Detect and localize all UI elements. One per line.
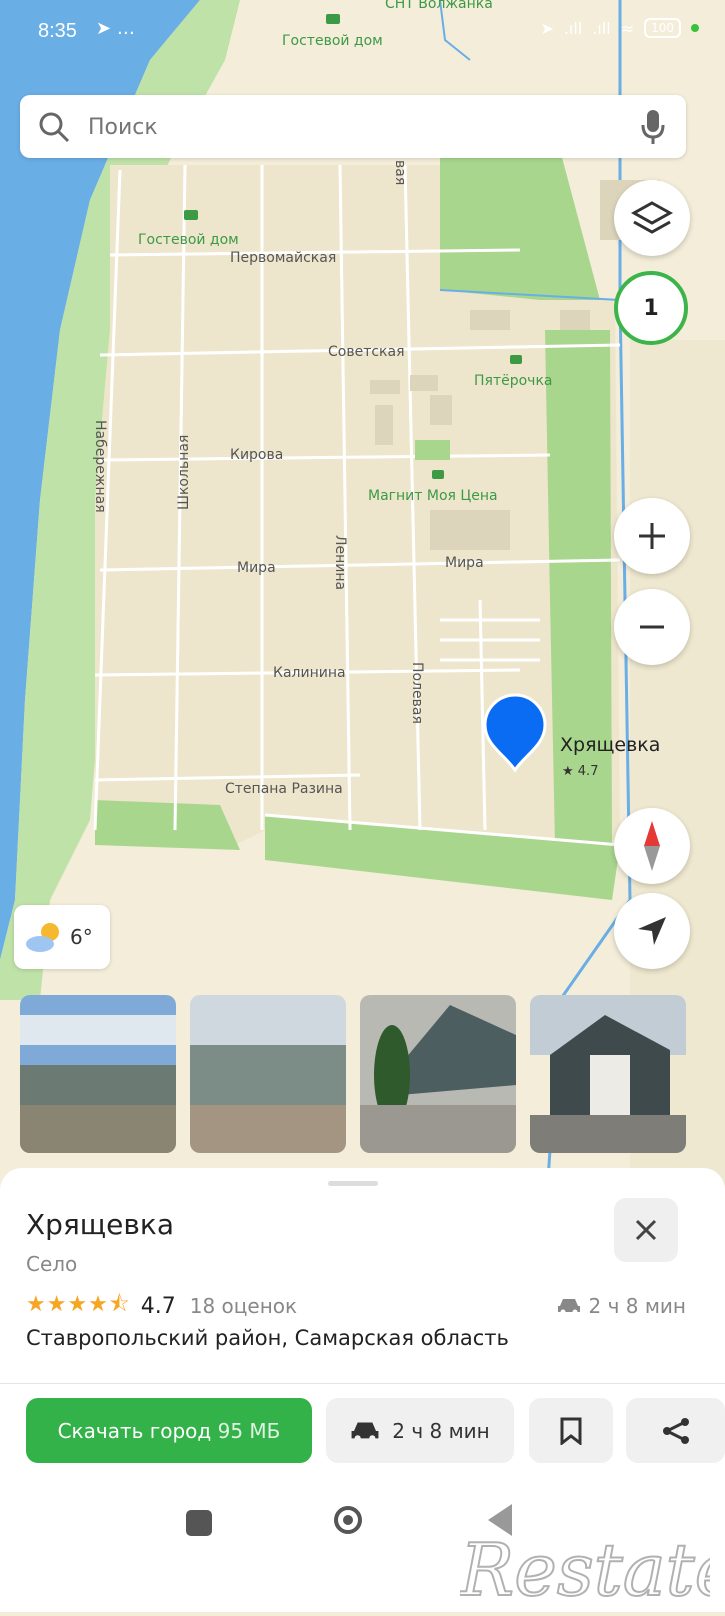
my-location-button[interactable] [614,893,690,969]
status-bar: 8:35 ➤ … ➤ .ıll .ıll ≈ 100 [0,0,725,62]
photo-thumbnail[interactable] [20,995,176,1153]
signal-icon: .ıll [563,18,583,38]
home-button[interactable] [334,1506,362,1534]
bookmark-icon [560,1417,582,1445]
street-label: Мира [445,555,484,571]
street-label: Полевая [409,662,425,724]
street-label: Набережная [92,420,108,513]
place-rating: ★ 4.7 [562,764,598,779]
poi-label: Магнит Моя Цена [368,488,498,504]
place-type: Село [26,1252,78,1276]
street-label: Степана Разина [225,781,343,797]
camera-indicator-icon [691,24,699,32]
weather-widget[interactable]: 6° [14,905,110,969]
system-nav-bar: Restate [0,1490,725,1613]
locate-icon [638,917,666,945]
street-label: Мира [237,560,276,576]
wifi-icon: ≈ [620,18,635,38]
place-title: Хрящевка [26,1208,174,1241]
car-icon [557,1299,580,1315]
photo-carousel[interactable] [20,995,725,1155]
place-label: Хрящевка [560,734,660,756]
route-time: 2 ч 8 мин [392,1418,490,1443]
download-size: 95 МБ [217,1418,281,1443]
battery-icon: 100 [644,18,681,38]
zoom-in-button[interactable] [614,498,690,574]
action-bar: Скачать город 95 МБ 2 ч 8 мин [26,1398,725,1463]
compass-icon [644,821,660,871]
rating-stars: ★★★★⯪ [26,1292,131,1317]
photo-thumbnail[interactable] [530,995,686,1153]
street-label: Ленина [332,535,348,590]
compass-button[interactable] [614,808,690,884]
plus-icon [639,523,665,549]
status-icons: ➤ .ıll .ıll ≈ 100 [540,18,699,38]
minus-icon [640,625,664,629]
street-label: Советская [328,344,405,360]
share-button[interactable] [626,1398,725,1463]
temperature: 6° [70,925,93,949]
search-bar[interactable] [20,95,686,158]
poi-label: Гостевой дом [138,232,239,248]
search-icon [39,112,70,143]
photo-thumbnail[interactable] [190,995,346,1153]
telegram-icon: ➤ … [96,18,135,39]
route-button[interactable]: 2 ч 8 мин [326,1398,514,1463]
drive-time-text: 2 ч 8 мин [588,1294,687,1318]
status-more: … [116,18,135,39]
street-label: Калинина [273,665,346,681]
car-icon [351,1421,379,1441]
mic-icon[interactable] [640,109,666,145]
recents-button[interactable] [186,1510,212,1536]
divider [0,1383,725,1384]
rating-value: 4.7 [140,1293,176,1319]
zoom-out-button[interactable] [614,589,690,665]
layers-icon [631,201,673,234]
review-count[interactable]: 18 оценок [190,1294,297,1318]
share-icon [662,1417,689,1444]
street-label: вая [392,160,408,185]
map-badge[interactable]: 1 [614,271,688,345]
svg-text:Restate: Restate [460,1528,710,1612]
bookmark-button[interactable] [529,1398,613,1463]
search-input[interactable] [86,105,610,149]
status-time: 8:35 [38,20,77,42]
street-label: Школьная [176,435,192,510]
download-label: Скачать город [57,1418,212,1443]
poi-label: Пятёрочка [474,373,552,389]
signal-icon-2: .ıll [592,18,611,38]
photo-thumbnail[interactable] [360,995,516,1153]
rating-row: ★★★★⯪ 4.7 18 оценок 2 ч 8 мин [26,1290,686,1322]
layers-button[interactable] [614,180,690,256]
street-label: Кирова [230,447,283,463]
close-icon [635,1219,657,1241]
close-button[interactable] [614,1198,678,1262]
street-label: Первомайская [230,250,336,266]
sheet-handle[interactable] [328,1181,378,1186]
download-city-button[interactable]: Скачать город 95 МБ [26,1398,312,1463]
drive-time: 2 ч 8 мин [557,1294,687,1318]
partly-cloudy-icon [26,923,59,952]
place-address: Ставропольский район, Самарская область [26,1326,509,1350]
watermark-logo: Restate [457,1490,725,1613]
location-arrow-icon: ➤ [540,18,554,38]
